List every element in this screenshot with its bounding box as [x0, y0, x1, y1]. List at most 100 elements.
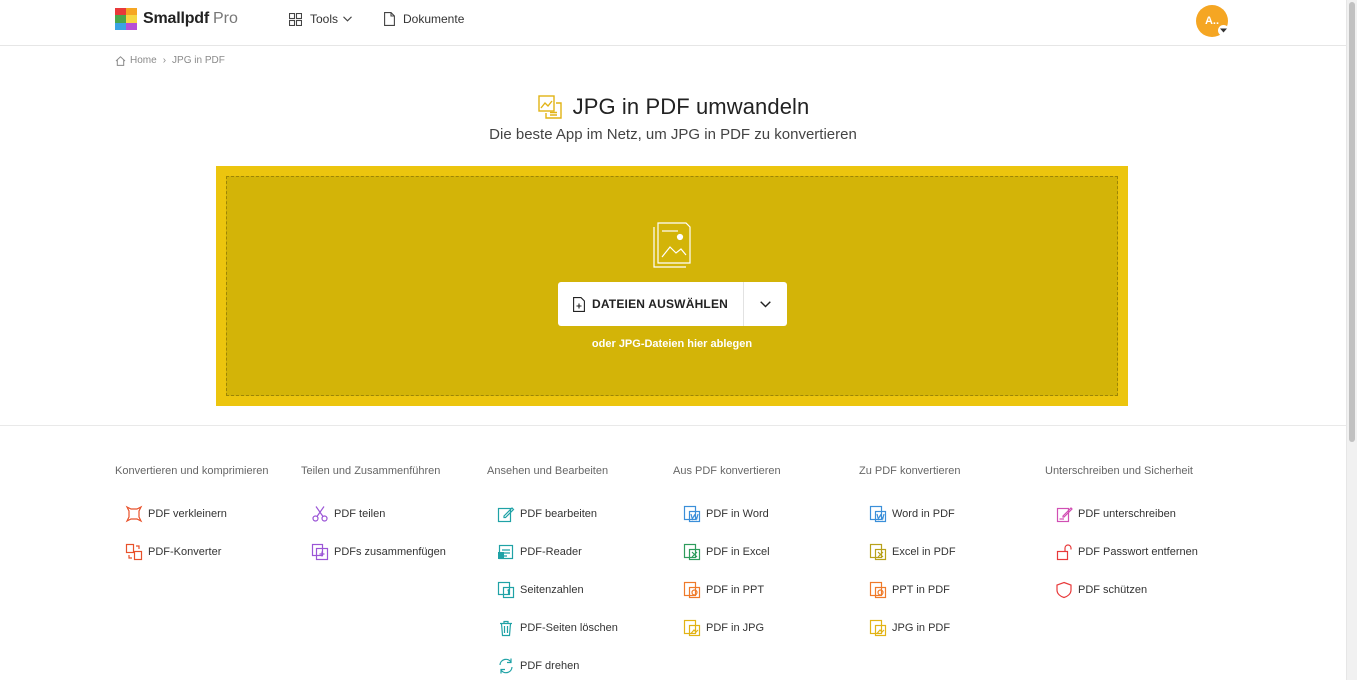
user-avatar-button[interactable]: A.. — [1196, 5, 1229, 37]
documents-link[interactable]: Dokumente — [384, 12, 464, 26]
tool-column-heading: Teilen und Zusammenführen — [301, 465, 441, 477]
breadcrumb-current: JPG in PDF — [172, 55, 225, 66]
tool-link-jpg-in-pdf[interactable]: JPG in PDF — [859, 609, 1045, 647]
document-icon — [384, 12, 395, 26]
converter-icon — [125, 543, 143, 561]
compress-icon — [125, 505, 143, 523]
home-icon — [115, 55, 126, 66]
tool-link-label: JPG in PDF — [892, 622, 951, 634]
jpg-icon — [869, 619, 887, 637]
file-dropzone[interactable]: DATEIEN AUSWÄHLEN oder JPG-Dateien hier … — [216, 166, 1128, 406]
scissors-icon — [311, 505, 329, 523]
breadcrumb-home-link[interactable]: Home — [130, 55, 157, 66]
reader-icon — [497, 543, 515, 561]
tool-directory: Konvertieren und komprimieren PDF verklei… — [115, 465, 1231, 680]
scrollbar-thumb[interactable] — [1349, 2, 1355, 442]
tool-column: Aus PDF konvertieren PDF in Word PDF in Ex… — [673, 465, 859, 680]
section-divider — [0, 425, 1346, 426]
tool-column-heading: Zu PDF konvertieren — [859, 465, 961, 477]
tool-column: Zu PDF konvertieren Word in PDF Excel in P… — [859, 465, 1045, 680]
tool-link-pdfs-zusammenfügen[interactable]: PDFs zusammenfügen — [301, 533, 487, 571]
add-file-icon — [573, 296, 585, 312]
tool-link-pdf-unterschreiben[interactable]: PDF unterschreiben — [1045, 495, 1231, 533]
logo-text: Smallpdf — [143, 10, 209, 27]
ppt-icon — [869, 581, 887, 599]
tool-link-pdf-konverter[interactable]: PDF-Konverter — [115, 533, 301, 571]
edit-icon — [497, 505, 515, 523]
dropzone-hint: oder JPG-Dateien hier ablegen — [591, 338, 753, 350]
merge-icon — [311, 543, 329, 561]
tool-link-pdf-in-excel[interactable]: PDF in Excel — [673, 533, 859, 571]
tool-link-pdf-in-jpg[interactable]: PDF in JPG — [673, 609, 859, 647]
chevron-down-icon — [760, 300, 771, 308]
tool-link-pdf-teilen[interactable]: PDF teilen — [301, 495, 487, 533]
tool-link-excel-in-pdf[interactable]: Excel in PDF — [859, 533, 1045, 571]
tool-link-label: Excel in PDF — [892, 546, 956, 558]
word-icon — [869, 505, 887, 523]
logo-mark-icon — [115, 8, 137, 30]
tool-link-pdf-reader[interactable]: PDF-Reader — [487, 533, 673, 571]
dropzone-inner-area[interactable]: DATEIEN AUSWÄHLEN oder JPG-Dateien hier … — [226, 176, 1118, 396]
tool-link-pdf-bearbeiten[interactable]: PDF bearbeiten — [487, 495, 673, 533]
tool-link-seitenzahlen[interactable]: Seitenzahlen — [487, 571, 673, 609]
tool-link-label: PDF in Excel — [706, 546, 770, 558]
tool-column: Unterschreiben und Sicherheit PDF untersc… — [1045, 465, 1231, 680]
tool-link-label: PPT in PDF — [892, 584, 950, 596]
logo-pro-label: Pro — [212, 10, 238, 27]
page-title-row: JPG in PDF umwandeln — [0, 94, 1346, 120]
shield-icon — [1055, 581, 1073, 599]
tool-link-label: PDF schützen — [1078, 584, 1148, 596]
avatar-initials: A.. — [1204, 15, 1220, 27]
page-numbers-icon — [497, 581, 515, 599]
upload-source-dropdown[interactable] — [744, 282, 787, 326]
choose-files-label: DATEIEN AUSWÄHLEN — [591, 297, 729, 311]
word-icon — [683, 505, 701, 523]
tool-link-label: PDF teilen — [334, 508, 386, 520]
trash-icon — [497, 619, 515, 637]
tool-link-word-in-pdf[interactable]: Word in PDF — [859, 495, 1045, 533]
tool-link-label: PDF in Word — [706, 508, 769, 520]
rotate-icon — [497, 657, 515, 675]
tool-column-heading: Unterschreiben und Sicherheit — [1045, 465, 1193, 477]
tool-link-label: PDFs zusammenfügen — [334, 546, 446, 558]
tool-link-pdf-in-ppt[interactable]: PDF in PPT — [673, 571, 859, 609]
tool-link-pdf-seiten-löschen[interactable]: PDF-Seiten löschen — [487, 609, 673, 647]
logo-mark-tile — [126, 15, 137, 23]
page-title: JPG in PDF umwandeln — [572, 94, 810, 119]
tool-column: Konvertieren und komprimieren PDF verklei… — [115, 465, 301, 680]
tool-link-label: PDF-Seiten löschen — [520, 622, 618, 634]
tool-column-heading: Ansehen und Bearbeiten — [487, 465, 609, 477]
tool-link-label: PDF verkleinern — [148, 508, 227, 520]
choose-files-button[interactable]: DATEIEN AUSWÄHLEN — [558, 282, 744, 326]
avatar-caret-icon — [1218, 25, 1229, 36]
tool-link-label: PDF Passwort entfernen — [1078, 546, 1198, 558]
breadcrumb: Home › JPG in PDF — [115, 55, 225, 66]
tool-link-label: PDF bearbeiten — [520, 508, 598, 520]
jpg-icon — [683, 619, 701, 637]
tool-link-label: PDF-Konverter — [148, 546, 222, 558]
unlock-icon — [1055, 543, 1073, 561]
excel-icon — [683, 543, 701, 561]
documents-label: Dokumente — [403, 12, 465, 26]
jpg-to-pdf-icon — [537, 94, 563, 120]
tool-link-pdf-passwort-entfernen[interactable]: PDF Passwort entfernen — [1045, 533, 1231, 571]
tool-link-pdf-in-word[interactable]: PDF in Word — [673, 495, 859, 533]
ppt-icon — [683, 581, 701, 599]
tool-link-ppt-in-pdf[interactable]: PPT in PDF — [859, 571, 1045, 609]
tool-link-pdf-schützen[interactable]: PDF schützen — [1045, 571, 1231, 609]
logo-mark-tile — [115, 8, 126, 15]
grid-icon — [289, 12, 302, 26]
tool-link-label: PDF drehen — [520, 660, 580, 672]
tool-column-heading: Aus PDF konvertieren — [673, 465, 781, 477]
sign-icon — [1055, 505, 1073, 523]
smallpdf-logo[interactable]: Smallpdf Pro — [115, 8, 238, 30]
page-scrollbar[interactable] — [1346, 0, 1357, 680]
tool-link-pdf-drehen[interactable]: PDF drehen — [487, 647, 673, 680]
tool-link-pdf-verkleinern[interactable]: PDF verkleinern — [115, 495, 301, 533]
excel-icon — [869, 543, 887, 561]
tool-column: Ansehen und Bearbeiten PDF bearbeiten PDF-… — [487, 465, 673, 680]
page-subtitle: Die beste App im Netz, um JPG in PDF zu … — [489, 126, 857, 143]
tool-link-label: Word in PDF — [892, 508, 955, 520]
tool-link-label: PDF-Reader — [520, 546, 582, 558]
tools-menu-button[interactable]: Tools — [289, 12, 352, 26]
